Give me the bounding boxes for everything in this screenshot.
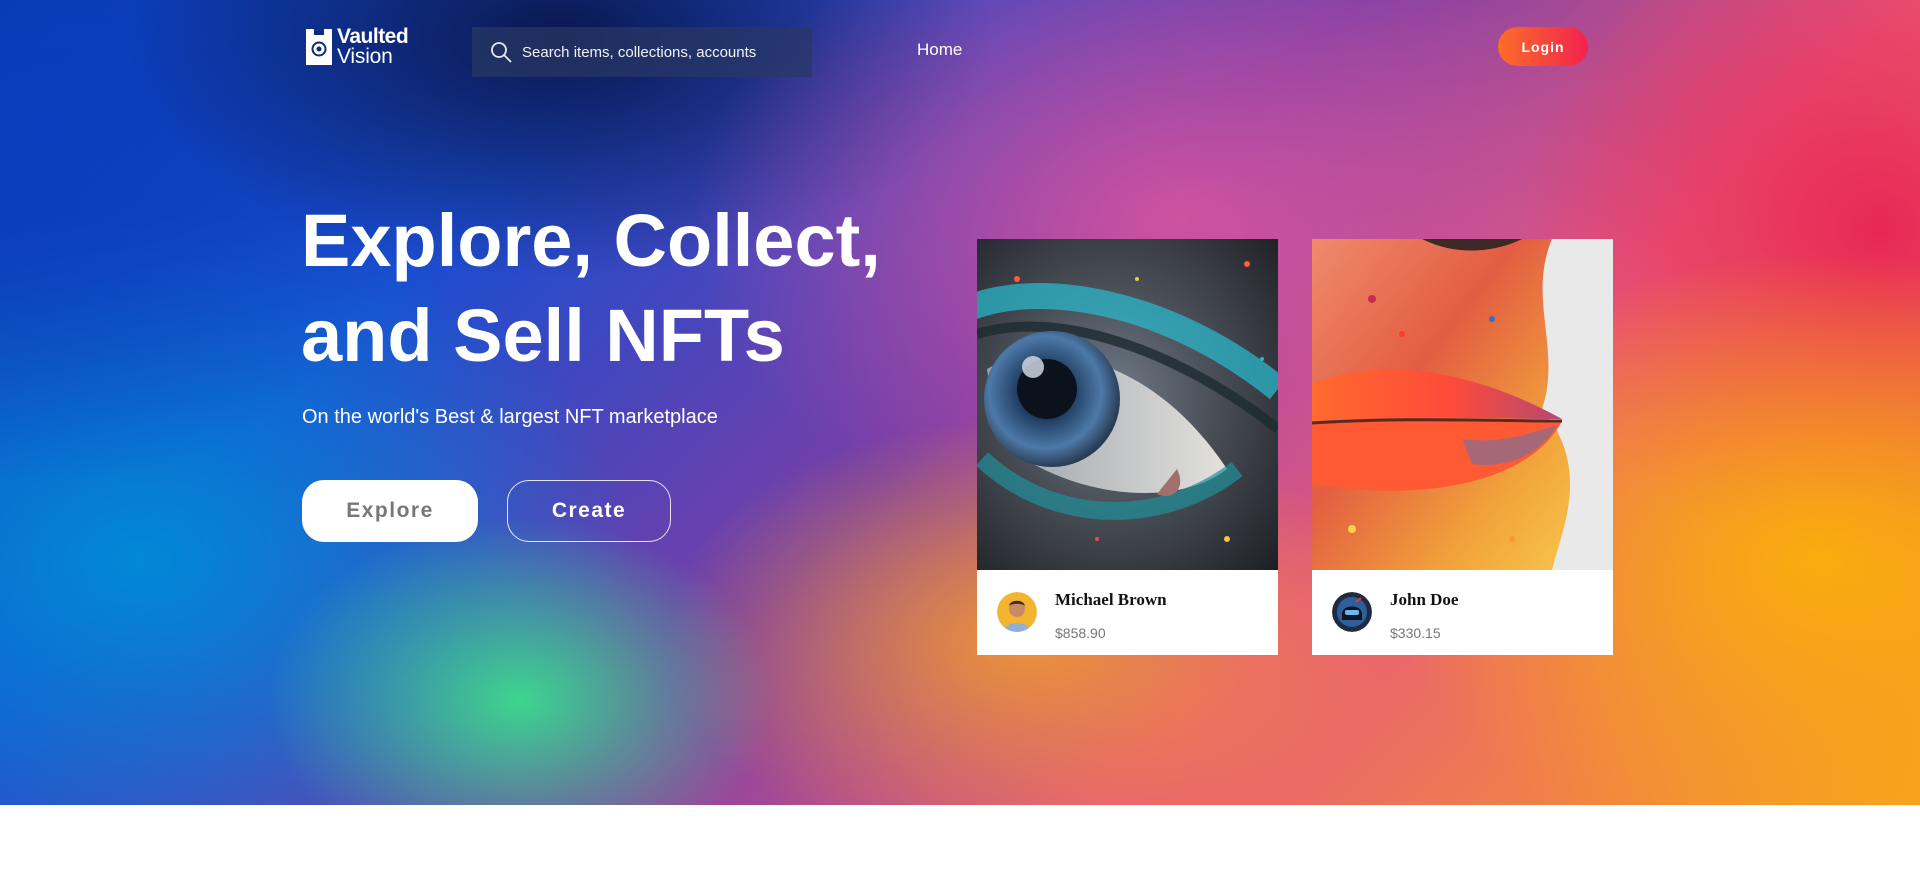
search-icon (491, 42, 512, 63)
search-input[interactable] (522, 43, 792, 61)
hero-title-line2: and Sell NFTs (301, 294, 785, 377)
brand-name-line2: Vision (337, 45, 393, 68)
brand-logo[interactable]: Vaulted Vision (305, 25, 409, 68)
hero-subtitle: On the world's Best & largest NFT market… (302, 406, 718, 428)
card-creator-name[interactable]: John Doe (1390, 590, 1458, 610)
glitter-eye-artwork[interactable] (977, 239, 1278, 570)
card-footer: Michael Brown $858.90 (977, 570, 1278, 655)
vault-logo-icon (306, 29, 332, 65)
brand-wordmark: Vaulted Vision (337, 25, 409, 68)
login-button[interactable]: Login (1498, 27, 1588, 66)
avatar[interactable] (997, 592, 1037, 632)
nft-card[interactable]: John Doe $330.15 (1312, 239, 1613, 655)
hero-title: Explore, Collect, and Sell NFTs (301, 193, 921, 383)
brand-name-line1: Vaulted (337, 25, 409, 48)
hero-title-line1: Explore, Collect, (301, 199, 881, 282)
nft-card[interactable]: Michael Brown $858.90 (977, 239, 1278, 655)
hero-section: Vaulted Vision Home Login Explore, Colle… (0, 0, 1920, 805)
avatar[interactable] (1332, 592, 1372, 632)
nav-link-home[interactable]: Home (917, 40, 962, 60)
card-price: $858.90 (1055, 625, 1106, 641)
card-creator-name[interactable]: Michael Brown (1055, 590, 1167, 610)
card-price: $330.15 (1390, 625, 1441, 641)
card-footer: John Doe $330.15 (1312, 570, 1613, 655)
search-bar[interactable] (472, 27, 812, 77)
color-powder-lips-artwork[interactable] (1312, 239, 1613, 570)
create-button[interactable]: Create (507, 480, 671, 542)
explore-button[interactable]: Explore (302, 480, 478, 542)
